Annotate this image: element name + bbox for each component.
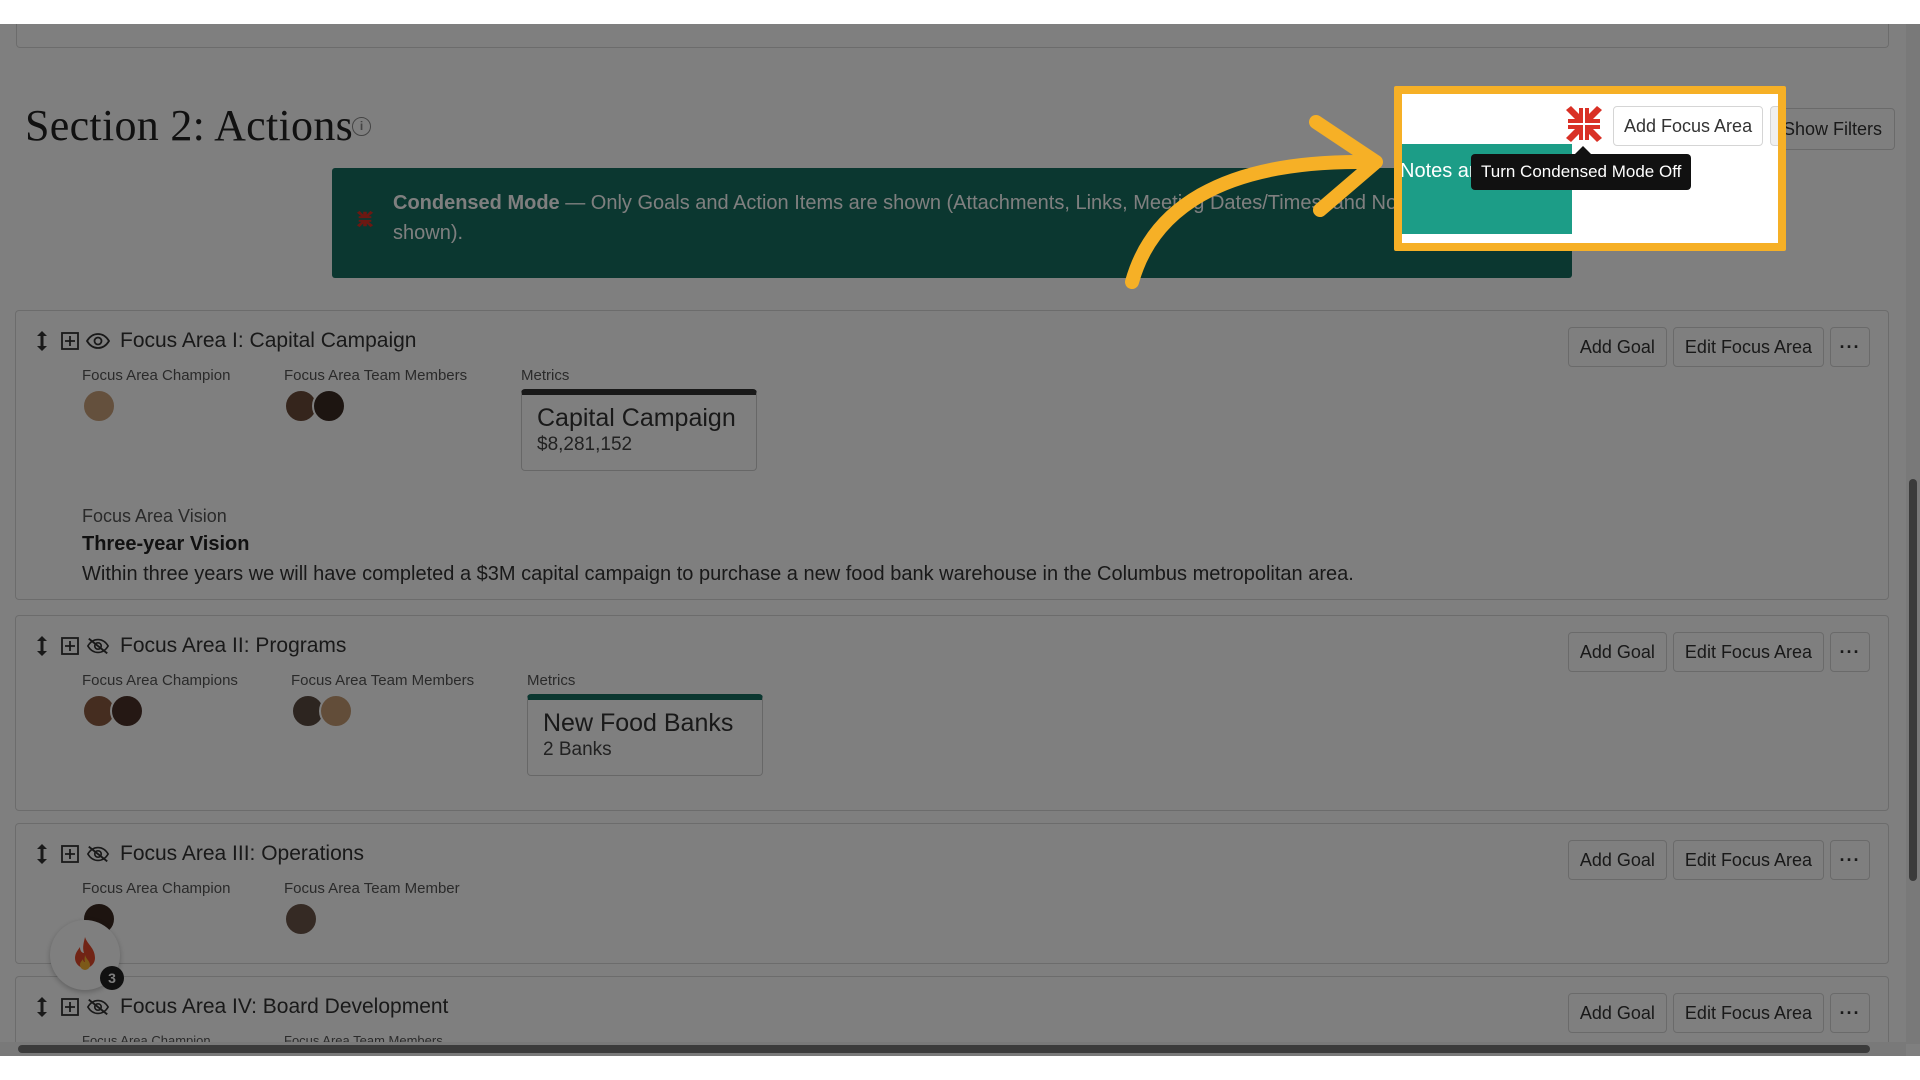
- condensed-mode-banner: Condensed Mode — Only Goals and Action I…: [332, 168, 1572, 278]
- avatar[interactable]: [284, 902, 318, 936]
- add-goal-button[interactable]: Add Goal: [1567, 632, 1667, 672]
- expand-icon[interactable]: [58, 995, 82, 1019]
- expand-icon[interactable]: [58, 842, 82, 866]
- champion-label: Focus Area Champion: [82, 880, 231, 897]
- compress-icon: [356, 210, 374, 228]
- team-label: Focus Area Team Members: [291, 672, 475, 689]
- show-filters-button[interactable]: Show Filters: [1770, 108, 1896, 150]
- eye-off-icon[interactable]: [86, 842, 110, 866]
- scrollbar-thumb[interactable]: [1909, 479, 1917, 881]
- more-options-button[interactable]: ···: [1830, 632, 1870, 672]
- more-options-button[interactable]: ···: [1830, 327, 1870, 367]
- team-avatars: [284, 389, 346, 423]
- champion-label: Focus Area Champion: [82, 367, 231, 384]
- vision-title: Three-year Vision: [82, 533, 250, 555]
- focus-area-header: Focus Area II: Programs: [30, 628, 346, 664]
- focus-area-title: Focus Area IV: Board Development: [120, 995, 449, 1018]
- metrics-label: Metrics: [521, 367, 570, 384]
- eye-icon[interactable]: [86, 329, 110, 353]
- add-goal-button[interactable]: Add Goal: [1567, 327, 1667, 367]
- expand-icon[interactable]: [58, 329, 82, 353]
- avatar[interactable]: [82, 389, 116, 423]
- metric-value: 2 Banks: [543, 739, 612, 760]
- metric-value: $8,281,152: [537, 434, 633, 455]
- horizontal-scrollbar[interactable]: [0, 1042, 1906, 1056]
- focus-area-title: Focus Area III: Operations: [120, 842, 364, 865]
- team-avatars: [291, 694, 353, 728]
- notification-count-badge: 3: [100, 966, 124, 990]
- drag-handle-icon[interactable]: [30, 995, 54, 1019]
- add-goal-button[interactable]: Add Goal: [1567, 993, 1667, 1033]
- show-filters-button[interactable]: Show Filters: [1770, 106, 1778, 146]
- team-avatars: [284, 902, 318, 936]
- avatar[interactable]: [312, 389, 346, 423]
- metric-card[interactable]: New Food Banks 2 Banks: [527, 694, 763, 776]
- team-label: Focus Area Team Member: [284, 880, 460, 897]
- vision-label: Focus Area Vision: [82, 506, 227, 526]
- focus-area-title: Focus Area I: Capital Campaign: [120, 329, 417, 352]
- focus-area-actions: Add Goal Edit Focus Area ···: [1567, 632, 1870, 672]
- focus-area-actions: Add Goal Edit Focus Area ···: [1567, 840, 1870, 880]
- more-options-button[interactable]: ···: [1830, 840, 1870, 880]
- focus-area-card: Focus Area I: Capital Campaign Add Goal …: [15, 310, 1889, 600]
- edit-focus-area-button[interactable]: Edit Focus Area: [1672, 993, 1824, 1033]
- drag-handle-icon[interactable]: [30, 329, 54, 353]
- drag-handle-icon[interactable]: [30, 634, 54, 658]
- add-goal-button[interactable]: Add Goal: [1567, 840, 1667, 880]
- edit-focus-area-button[interactable]: Edit Focus Area: [1672, 327, 1824, 367]
- drag-handle-icon[interactable]: [30, 842, 54, 866]
- team-label: Focus Area Team Members: [284, 367, 468, 384]
- focus-area-actions: Add Goal Edit Focus Area ···: [1567, 327, 1870, 367]
- metric-name: Capital Campaign: [537, 404, 736, 432]
- champion-avatars: [82, 694, 144, 728]
- champion-label: Focus Area Champions: [82, 672, 238, 689]
- compress-icon[interactable]: [1564, 104, 1604, 144]
- champion-avatars: [82, 389, 116, 423]
- vertical-scrollbar[interactable]: [1906, 24, 1920, 1044]
- metrics-label: Metrics: [527, 672, 576, 689]
- avatar[interactable]: [319, 694, 353, 728]
- page-title: Section 2: Actions: [25, 101, 354, 150]
- focus-area-title: Focus Area II: Programs: [120, 634, 347, 657]
- highlight-spotlight: Notes are not Add Focus Area Show Filter…: [1400, 92, 1778, 244]
- banner-heading: Condensed Mode: [393, 192, 560, 214]
- avatar[interactable]: [110, 694, 144, 728]
- focus-area-header: Focus Area IV: Board Development: [30, 989, 448, 1025]
- expand-icon[interactable]: [58, 634, 82, 658]
- eye-off-icon[interactable]: [86, 634, 110, 658]
- previous-section-card: [16, 24, 1889, 48]
- focus-area-actions: Add Goal Edit Focus Area ···: [1567, 993, 1870, 1033]
- metric-card[interactable]: Capital Campaign $8,281,152: [521, 389, 757, 471]
- fire-icon: [75, 937, 95, 970]
- focus-area-card: Focus Area II: Programs Add Goal Edit Fo…: [15, 615, 1889, 811]
- add-focus-area-button[interactable]: Add Focus Area: [1613, 106, 1764, 146]
- focus-area-header: Focus Area III: Operations: [30, 836, 364, 872]
- focus-area-card: Focus Area III: Operations Add Goal Edit…: [15, 823, 1889, 964]
- scrollbar-thumb[interactable]: [18, 1045, 1870, 1053]
- more-options-button[interactable]: ···: [1830, 993, 1870, 1033]
- tooltip: Turn Condensed Mode Off: [1471, 146, 1692, 190]
- edit-focus-area-button[interactable]: Edit Focus Area: [1672, 632, 1824, 672]
- metric-name: New Food Banks: [543, 709, 734, 737]
- info-icon[interactable]: i: [352, 117, 371, 136]
- focus-area-header: Focus Area I: Capital Campaign: [30, 323, 416, 359]
- edit-focus-area-button[interactable]: Edit Focus Area: [1672, 840, 1824, 880]
- vision-text: Within three years we will have complete…: [82, 563, 1354, 585]
- eye-off-icon[interactable]: [86, 995, 110, 1019]
